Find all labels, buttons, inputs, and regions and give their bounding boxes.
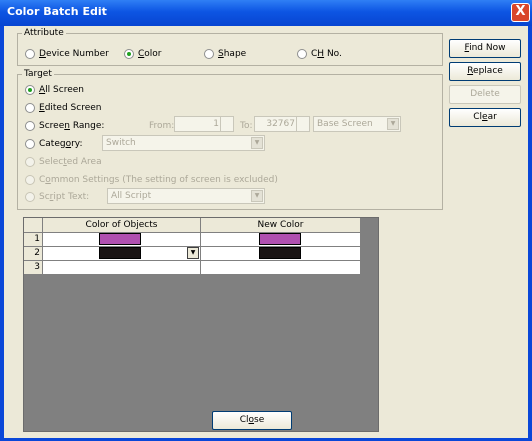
attribute-group: Attribute [17, 29, 443, 66]
category-value: Switch [106, 138, 136, 148]
delete-button[interactable]: Delete [449, 85, 521, 104]
color-table: Color of Objects New Color 1 2 ▼ 3 [23, 217, 379, 432]
replace-button[interactable]: Replace [449, 62, 521, 81]
close-icon[interactable]: X [511, 3, 530, 22]
column-header-color-of-objects[interactable]: Color of Objects [43, 218, 201, 233]
corner-cell [24, 218, 43, 233]
to-spinner[interactable]: 32767 [254, 116, 310, 132]
chevron-down-icon[interactable]: ▼ [251, 190, 263, 202]
clear-button[interactable]: Clear [449, 108, 521, 127]
radio-device-number[interactable] [25, 49, 35, 59]
attribute-legend: Attribute [24, 28, 64, 38]
radio-category[interactable] [25, 139, 35, 149]
title-bar[interactable]: Color Batch Edit X [0, 0, 532, 26]
label-common-settings: Common Settings (The setting of screen i… [39, 175, 278, 185]
label-selected-area: Selected Area [39, 157, 102, 167]
radio-ch-no[interactable] [297, 49, 307, 59]
from-spinner[interactable]: 1 [174, 116, 234, 132]
label-shape[interactable]: Shape [218, 49, 246, 59]
color-swatch[interactable] [259, 247, 301, 259]
table-cell-new-color[interactable] [201, 261, 361, 275]
label-edited-screen[interactable]: Edited Screen [39, 103, 101, 113]
from-value: 1 [213, 119, 219, 129]
spinner-arrows-icon[interactable] [220, 117, 233, 131]
color-swatch[interactable] [99, 247, 141, 259]
radio-screen-range[interactable] [25, 121, 35, 131]
radio-script-text[interactable] [25, 192, 35, 202]
close-button[interactable]: Close [212, 411, 292, 430]
radio-shape[interactable] [204, 49, 214, 59]
find-now-button[interactable]: Find Now [449, 39, 521, 58]
table-cell-new-color[interactable] [201, 247, 361, 261]
row-number: 1 [24, 233, 43, 247]
spinner-arrows-icon[interactable] [296, 117, 309, 131]
radio-all-screen[interactable] [25, 85, 35, 95]
screen-type-select[interactable]: Base Screen ▼ [313, 116, 401, 132]
category-select[interactable]: Switch ▼ [102, 135, 265, 151]
color-picker-icon[interactable]: ▼ [187, 247, 199, 259]
table-cell-object-color[interactable] [43, 261, 201, 275]
chevron-down-icon[interactable]: ▼ [387, 118, 399, 130]
table-cell-object-color[interactable] [43, 233, 201, 247]
row-number: 2 [24, 247, 43, 261]
label-script-text: Script Text: [39, 192, 90, 202]
label-ch-no[interactable]: CH No. [311, 49, 342, 59]
color-swatch[interactable] [259, 233, 301, 245]
label-category[interactable]: Category: [39, 139, 83, 149]
target-legend: Target [24, 69, 52, 79]
color-swatch[interactable] [99, 233, 141, 245]
radio-common-settings[interactable] [25, 175, 35, 185]
radio-color[interactable] [124, 49, 134, 59]
row-number: 3 [24, 261, 43, 275]
dialog-client: Attribute Device Number Color Shape CH N… [4, 26, 528, 438]
label-all-screen[interactable]: All Screen [39, 85, 84, 95]
label-from: From: [149, 121, 175, 131]
script-text-value: All Script [111, 191, 152, 201]
column-header-new-color[interactable]: New Color [201, 218, 361, 233]
color-batch-edit-window: Color Batch Edit X Attribute Device Numb… [0, 0, 532, 441]
screen-type-value: Base Screen [317, 119, 373, 129]
script-text-select[interactable]: All Script ▼ [107, 188, 265, 204]
label-color[interactable]: Color [138, 49, 162, 59]
radio-edited-screen[interactable] [25, 103, 35, 113]
table-cell-object-color[interactable]: ▼ [43, 247, 201, 261]
window-title: Color Batch Edit [7, 5, 107, 18]
radio-selected-area[interactable] [25, 157, 35, 167]
chevron-down-icon[interactable]: ▼ [251, 137, 263, 149]
to-value: 32767 [266, 119, 295, 129]
label-to: To: [240, 121, 253, 131]
label-screen-range[interactable]: Screen Range: [39, 121, 104, 131]
label-device-number[interactable]: Device Number [39, 49, 109, 59]
table-cell-new-color[interactable] [201, 233, 361, 247]
